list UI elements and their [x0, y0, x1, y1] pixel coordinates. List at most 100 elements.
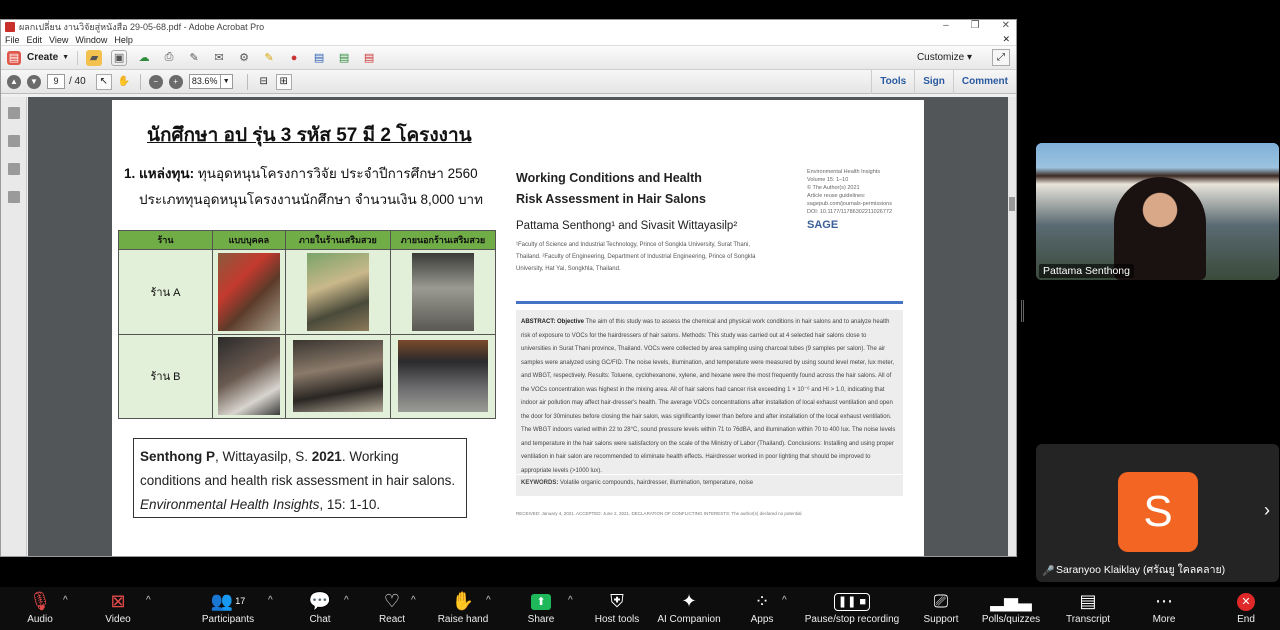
attachments-icon[interactable]: [7, 163, 20, 175]
combine-icon[interactable]: ▤: [311, 50, 327, 66]
presenter-video-tile[interactable]: Pattama Senthong: [1036, 143, 1279, 280]
more-ellipsis-icon: ⋯: [1155, 591, 1173, 611]
transcript-button[interactable]: ▤ Transcript: [1060, 587, 1116, 630]
ai-companion-button[interactable]: ✦ AI Companion: [654, 587, 724, 630]
sage-logo: SAGE: [807, 219, 839, 231]
protect-icon[interactable]: ▤: [361, 50, 377, 66]
tab-sign[interactable]: Sign: [914, 70, 953, 94]
participants-options-caret[interactable]: ^: [268, 595, 273, 606]
acrobat-window: ผลกเปลี่ยน งานวิจัยสู่หนังสือ 29-05-68.p…: [0, 19, 1017, 557]
export-icon[interactable]: ▤: [336, 50, 352, 66]
audio-options-caret[interactable]: ^: [63, 595, 68, 606]
navigation-panel: [1, 97, 27, 556]
video-button[interactable]: ⊠ Video: [96, 587, 140, 630]
citation-coauthor: , Wittayasilp, S.: [215, 449, 312, 464]
apps-button[interactable]: ⁘ Apps: [746, 587, 778, 630]
cloud-upload-icon[interactable]: ☁: [136, 50, 152, 66]
create-pdf-icon: ▤: [7, 50, 21, 65]
react-options-caret[interactable]: ^: [411, 595, 416, 606]
close-document-icon[interactable]: ✕: [1002, 34, 1010, 45]
support-button[interactable]: ⎚ Support: [918, 587, 964, 630]
apps-icon: ⁘: [754, 591, 770, 611]
participants-count: 17: [235, 596, 246, 606]
article-title: Working Conditions and Health Risk Asses…: [516, 171, 706, 206]
mic-muted-icon: 🎙: [28, 591, 52, 611]
share-options-caret[interactable]: ^: [568, 595, 573, 606]
panel-resize-handle[interactable]: [1021, 300, 1024, 322]
video-options-caret[interactable]: ^: [146, 595, 151, 606]
pause-stop-icon: ❚❚ ■: [800, 587, 904, 613]
salon-b-person-photo: [217, 337, 280, 416]
full-screen-icon[interactable]: ⊞: [275, 73, 292, 90]
page-number-input[interactable]: 9: [47, 74, 65, 89]
ai-sparkle-icon: ✦: [681, 591, 697, 611]
next-page-icon[interactable]: ▼: [27, 74, 41, 89]
citation-journal: Environmental Health Insights: [140, 497, 320, 512]
more-button[interactable]: ⋯ More: [1142, 587, 1186, 630]
host-tools-button[interactable]: ⛨ Host tools: [590, 587, 644, 630]
participants-button[interactable]: 👥 17 Participants: [198, 587, 258, 630]
apps-options-caret[interactable]: ^: [782, 595, 787, 606]
open-folder-icon[interactable]: ▰: [86, 49, 103, 66]
menu-help[interactable]: Help: [114, 35, 133, 45]
customize-label: Customize: [916, 52, 965, 63]
react-button[interactable]: ♡ React: [374, 587, 410, 630]
zoom-dropdown-icon[interactable]: ▼: [220, 74, 233, 89]
settings-gear-icon[interactable]: ⚙: [236, 50, 252, 66]
end-button[interactable]: ✕ End: [1226, 587, 1266, 630]
next-gallery-arrow-icon[interactable]: ›: [1264, 500, 1270, 521]
fit-page-icon[interactable]: ⊟: [256, 74, 272, 90]
raise-hand-button[interactable]: ✋ Raise hand: [433, 587, 493, 630]
edit-icon[interactable]: ✎: [186, 50, 202, 66]
citation-year: 2021: [311, 449, 342, 464]
photo-cell: [389, 333, 497, 419]
hand-tool-icon[interactable]: ✋: [116, 74, 132, 90]
comment-icon[interactable]: ✎: [261, 50, 277, 66]
print-icon[interactable]: ⎙: [161, 50, 177, 66]
raise-hand-options-caret[interactable]: ^: [486, 595, 491, 606]
tab-tools[interactable]: Tools: [871, 70, 914, 94]
bookmarks-icon[interactable]: [7, 135, 20, 147]
photo-cell: [212, 249, 286, 335]
document-area[interactable]: นักศึกษา อป รุ่น 3 รหัส 57 มี 2 โครงงาน …: [28, 97, 1010, 556]
save-icon[interactable]: ▣: [111, 49, 128, 66]
email-icon[interactable]: ✉: [211, 50, 227, 66]
participant-avatar-tile[interactable]: S 🎤 Saranyoo Klaiklay (ศรัณยู ใคลคลาย): [1036, 444, 1279, 582]
journal-line: Environmental Health Insights: [807, 169, 881, 175]
vertical-scrollbar[interactable]: [1008, 97, 1016, 556]
task-tabs: Tools Sign Comment: [871, 70, 1016, 94]
customize-dropdown[interactable]: Customize ▾: [917, 52, 972, 63]
menu-file[interactable]: File: [5, 35, 20, 45]
menu-view[interactable]: View: [49, 35, 68, 45]
scrollbar-thumb[interactable]: [1009, 197, 1015, 211]
select-tool-icon[interactable]: ↖: [95, 73, 112, 90]
previous-page-icon[interactable]: ▲: [7, 74, 21, 89]
pause-recording-button[interactable]: ❚❚ ■ Pause/stop recording: [800, 587, 904, 630]
stamp-icon[interactable]: ●: [286, 50, 302, 66]
restore-icon[interactable]: ❐: [971, 20, 980, 31]
video-off-icon: ⊠: [110, 591, 126, 611]
zoom-out-icon[interactable]: −: [148, 74, 163, 89]
chat-options-caret[interactable]: ^: [344, 595, 349, 606]
create-button[interactable]: ▤ Create ▼: [7, 50, 79, 65]
page-thumbnails-icon[interactable]: [7, 107, 20, 119]
share-button[interactable]: ⬆ Share: [521, 587, 561, 630]
journal-line: DOI: 10.1177/11786302211026772: [807, 209, 893, 215]
chat-button[interactable]: 💬 Chat: [303, 587, 337, 630]
toolbar-separator-2: [246, 73, 248, 90]
signatures-icon[interactable]: [7, 191, 20, 203]
toolbar-separator: [139, 73, 141, 90]
polls-label: Polls/quizzes: [981, 614, 1041, 625]
expand-icon[interactable]: ⤢: [992, 49, 1010, 66]
menu-window[interactable]: Window: [75, 35, 107, 45]
minimize-icon[interactable]: –: [943, 20, 949, 31]
video-label: Video: [105, 614, 131, 625]
close-icon[interactable]: ✕: [1002, 20, 1010, 31]
zoom-level-input[interactable]: 83.6%: [188, 74, 221, 89]
zoom-in-icon[interactable]: +: [168, 74, 183, 89]
tab-comment[interactable]: Comment: [952, 70, 1016, 94]
photo-cell: [284, 333, 391, 419]
polls-button[interactable]: ▂▅▃ Polls/quizzes: [978, 587, 1044, 630]
menu-edit[interactable]: Edit: [27, 35, 43, 45]
audio-button[interactable]: 🎙 Audio: [18, 587, 62, 630]
